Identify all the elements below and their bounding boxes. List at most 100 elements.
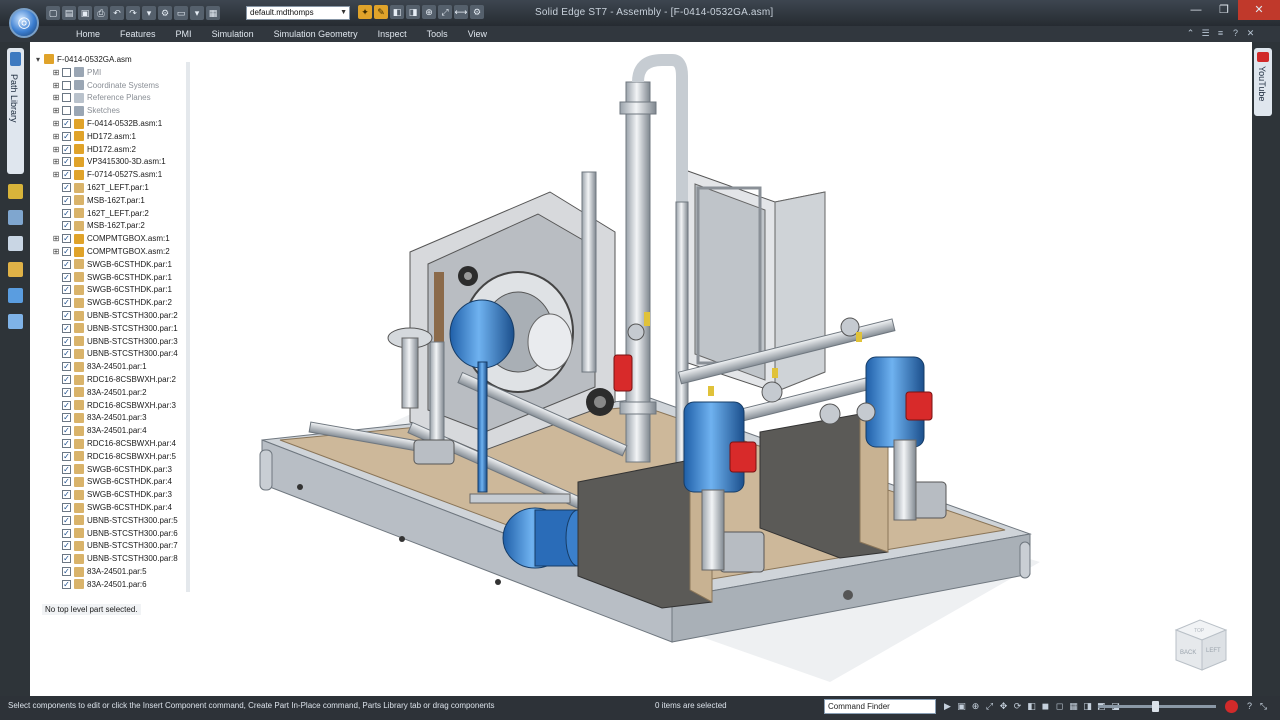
skid-assembly-model[interactable] — [30, 42, 1252, 696]
zoom-area-icon[interactable]: ▣ — [956, 701, 967, 712]
visibility-checkbox[interactable] — [62, 477, 71, 487]
help-icon[interactable]: ? — [1244, 701, 1255, 712]
view-cube-back[interactable]: BACK — [1180, 650, 1196, 656]
pan-icon[interactable]: ✥ — [998, 701, 1009, 712]
visibility-checkbox[interactable] — [62, 567, 71, 577]
tab-pmi[interactable]: PMI — [166, 26, 202, 42]
tree-node[interactable]: UBNB-STCSTH300.par:6 — [52, 527, 194, 540]
visibility-checkbox[interactable] — [62, 579, 71, 589]
print-icon[interactable]: ⎙ — [94, 6, 108, 20]
visibility-checkbox[interactable] — [62, 131, 71, 141]
tree-node[interactable]: 83A-24501.par:5 — [52, 565, 194, 578]
visibility-checkbox[interactable] — [62, 298, 71, 308]
visibility-checkbox[interactable] — [62, 323, 71, 333]
tree-node[interactable]: RDC16-8CSBWXH.par:4 — [52, 437, 194, 450]
visibility-checkbox[interactable] — [62, 490, 71, 500]
visibility-checkbox[interactable] — [62, 528, 71, 538]
visibility-checkbox[interactable] — [62, 400, 71, 410]
tree-node[interactable]: ⊞ COMPMTGBOX.asm:2 — [52, 245, 194, 258]
close-icon[interactable]: ✕ — [1238, 0, 1280, 20]
expand-icon[interactable]: ⊞ — [52, 93, 60, 102]
tree-node[interactable]: ⊞ Reference Planes — [52, 92, 194, 105]
maximize-icon[interactable]: ❐ — [1210, 0, 1238, 20]
zoom-slider-thumb[interactable] — [1152, 701, 1159, 712]
view-cube-left[interactable]: LEFT — [1206, 648, 1221, 654]
folder-icon[interactable] — [8, 262, 23, 277]
visibility-checkbox[interactable] — [62, 362, 71, 372]
tree-node[interactable]: ⊞ COMPMTGBOX.asm:1 — [52, 232, 194, 245]
grid-icon[interactable]: ▦ — [206, 6, 220, 20]
tree-node[interactable]: RDC16-8CSBWXH.par:5 — [52, 450, 194, 463]
play-icon[interactable]: ▶ — [942, 701, 953, 712]
record-icon[interactable] — [1225, 700, 1238, 713]
zoom-icon[interactable]: ⊕ — [422, 5, 436, 19]
tree-node[interactable]: RDC16-8CSBWXH.par:2 — [52, 373, 194, 386]
layers-icon[interactable] — [8, 210, 23, 225]
tree-node[interactable]: ⊞ Sketches — [52, 104, 194, 117]
view-cube-top[interactable]: TOP — [1194, 628, 1205, 634]
feature-library-icon[interactable] — [8, 236, 23, 251]
help-icon[interactable]: ? — [1230, 28, 1241, 39]
expand-icon[interactable]: ⊞ — [52, 106, 60, 115]
sketch-view-icon[interactable]: ◧ — [1026, 701, 1037, 712]
tree-node[interactable]: SWGB-6CSTHDK.par:1 — [52, 258, 194, 271]
tree-node[interactable]: 83A-24501.par:4 — [52, 424, 194, 437]
window-icon[interactable]: ▭ — [174, 6, 188, 20]
new-file-icon[interactable]: ▢ — [46, 6, 60, 20]
visibility-checkbox[interactable] — [62, 451, 71, 461]
visibility-checkbox[interactable] — [62, 541, 71, 551]
highlight-tool-icon[interactable]: ✎ — [374, 5, 388, 19]
tree-node[interactable]: ⊞ F-0714-0527S.asm:1 — [52, 168, 194, 181]
visibility-checkbox[interactable] — [62, 503, 71, 513]
tab-home[interactable]: Home — [66, 26, 110, 42]
tree-node[interactable]: SWGB-6CSTHDK.par:4 — [52, 476, 194, 489]
visibility-checkbox[interactable] — [62, 515, 71, 525]
configuration-select[interactable]: default.mdthomps ▼ — [246, 6, 350, 20]
3d-viewport[interactable] — [30, 42, 1252, 696]
rotate-icon[interactable]: ⟳ — [1012, 701, 1023, 712]
tree-scrollbar[interactable] — [186, 62, 190, 592]
tree-node[interactable]: 83A-24501.par:2 — [52, 386, 194, 399]
visibility-checkbox[interactable] — [62, 234, 71, 244]
options-icon[interactable]: ⚙ — [158, 6, 172, 20]
tree-node[interactable]: UBNB-STCSTH300.par:3 — [52, 335, 194, 348]
visibility-checkbox[interactable] — [62, 247, 71, 257]
tree-node[interactable]: MSB-162T.par:1 — [52, 194, 194, 207]
visibility-checkbox[interactable] — [62, 413, 71, 423]
section-icon[interactable]: ◨ — [406, 5, 420, 19]
save-icon[interactable]: ▣ — [78, 6, 92, 20]
visibility-checkbox[interactable] — [62, 144, 71, 154]
visibility-checkbox[interactable] — [62, 259, 71, 269]
tree-node[interactable]: ⊞ F-0414-0532B.asm:1 — [52, 117, 194, 130]
customize-icon[interactable]: ▾ — [142, 6, 156, 20]
visibility-checkbox[interactable] — [62, 426, 71, 436]
zoom-icon[interactable]: ⊕ — [970, 701, 981, 712]
ribbon-minimize-icon[interactable]: ⌃ — [1185, 28, 1196, 39]
visibility-checkbox[interactable] — [62, 93, 71, 103]
family-icon[interactable] — [8, 314, 23, 329]
edges-icon[interactable]: ◻ — [1054, 701, 1065, 712]
tree-node[interactable]: SWGB-6CSTHDK.par:3 — [52, 463, 194, 476]
tree-node[interactable]: MSB-162T.par:2 — [52, 220, 194, 233]
zoom-slider[interactable] — [1098, 701, 1216, 712]
tree-node[interactable]: UBNB-STCSTH300.par:7 — [52, 540, 194, 553]
display-tool-icon[interactable]: ◧ — [390, 5, 404, 19]
visibility-checkbox[interactable] — [62, 439, 71, 449]
tree-node[interactable]: 83A-24501.par:1 — [52, 360, 194, 373]
styles-icon[interactable]: ◨ — [1082, 701, 1093, 712]
expand-icon[interactable]: ⤡ — [1258, 701, 1269, 712]
visibility-checkbox[interactable] — [62, 106, 71, 116]
tab-simulation-geometry[interactable]: Simulation Geometry — [264, 26, 368, 42]
tree-node[interactable]: 83A-24501.par:3 — [52, 412, 194, 425]
dropdown-icon[interactable]: ▾ — [190, 6, 204, 20]
tab-features[interactable]: Features — [110, 26, 166, 42]
tree-node[interactable]: ⊞ HD172.asm:2 — [52, 143, 194, 156]
tree-node[interactable]: SWGB-6CSTHDK.par:1 — [52, 284, 194, 297]
tree-node[interactable]: SWGB-6CSTHDK.par:2 — [52, 296, 194, 309]
expand-icon[interactable]: ⊞ — [52, 68, 60, 77]
tree-node[interactable]: UBNB-STCSTH300.par:1 — [52, 322, 194, 335]
tree-node[interactable]: 83A-24501.par:6 — [52, 578, 194, 591]
expand-icon[interactable]: ⊞ — [52, 145, 60, 154]
tree-node[interactable]: UBNB-STCSTH300.par:2 — [52, 309, 194, 322]
expand-icon[interactable]: ⊞ — [52, 234, 60, 243]
